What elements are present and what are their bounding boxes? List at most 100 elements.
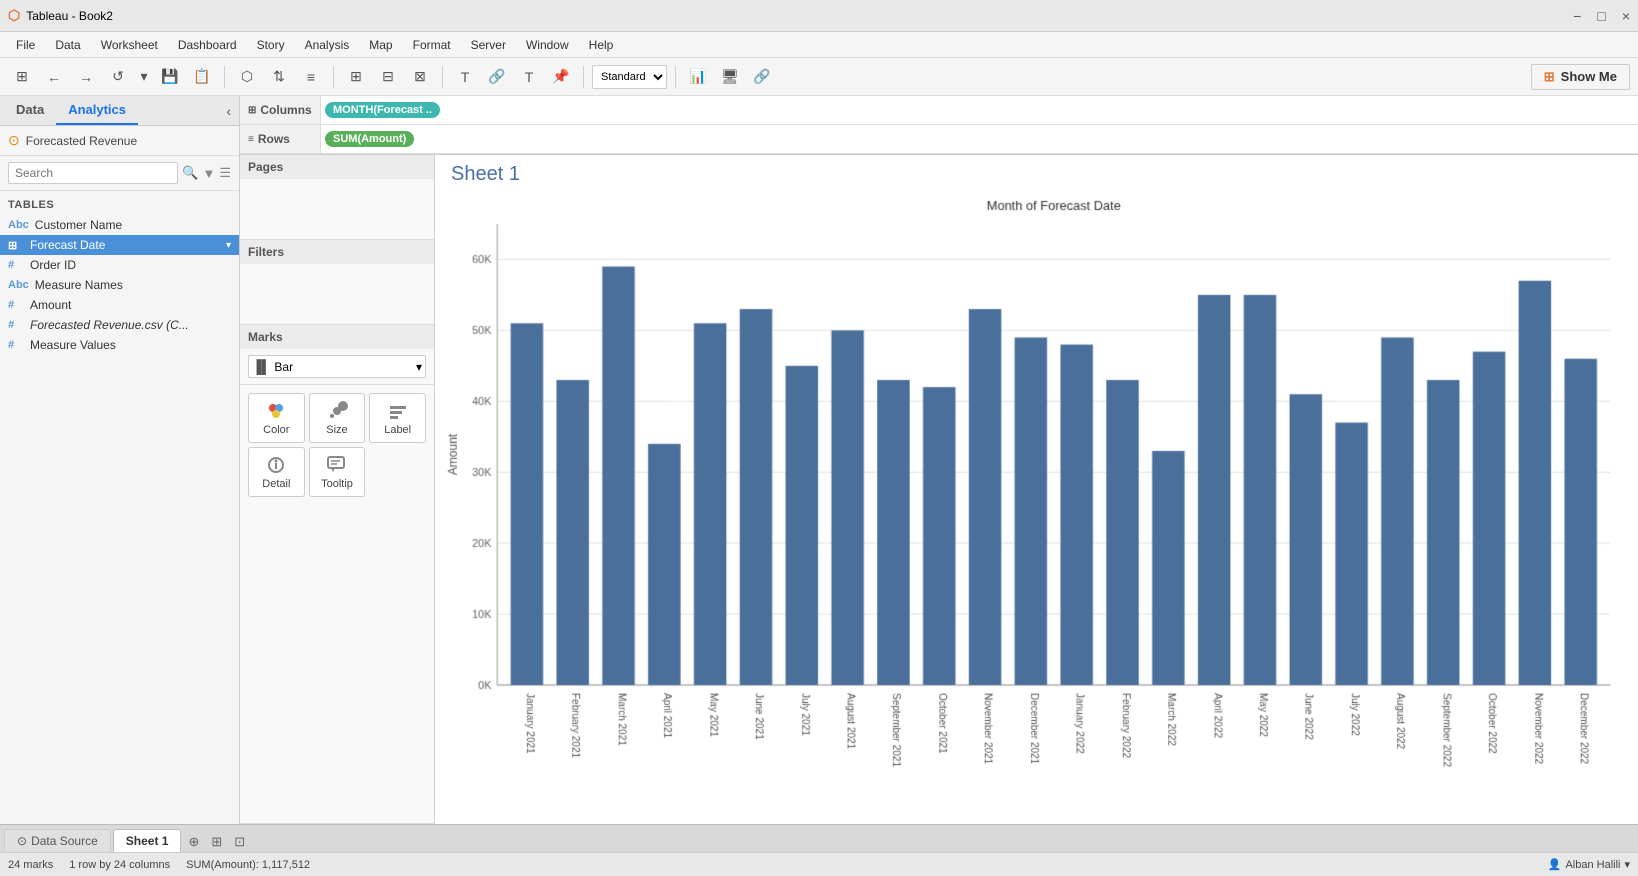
data-source-tab[interactable]: ⊙ Data Source (4, 829, 111, 852)
tab-data[interactable]: Data (4, 96, 56, 125)
middle-row: Pages Filters Marks ▐▌ Bar (240, 155, 1638, 824)
statusbar: 24 marks 1 row by 24 columns SUM(Amount)… (0, 852, 1638, 876)
color-icon (265, 400, 287, 422)
filter-icon[interactable]: ▼ (202, 166, 215, 181)
show-me-grid-icon: ⊞ (1544, 69, 1555, 85)
tables-section-label: Tables (0, 195, 239, 215)
toolbar-fit2-btn[interactable]: ⊟ (374, 63, 402, 91)
statusbar-user: 👤 Alban Halili ▾ (1548, 858, 1630, 871)
columns-content[interactable]: MONTH(Forecast .. (320, 96, 1638, 124)
search-input[interactable] (8, 162, 178, 184)
toolbar-fit-btn[interactable]: ⊞ (342, 63, 370, 91)
pages-card-header: Pages (240, 155, 434, 179)
menu-window[interactable]: Window (518, 36, 577, 54)
field-label: Measure Values (30, 338, 116, 352)
field-forecasted-revenue-csv[interactable]: # Forecasted Revenue.csv (C... (0, 315, 239, 335)
field-amount[interactable]: # Amount (0, 295, 239, 315)
field-icon-hash: # (8, 319, 24, 331)
left-cards: Pages Filters Marks ▐▌ Bar (240, 155, 435, 824)
menu-analysis[interactable]: Analysis (297, 36, 358, 54)
marks-detail-btn[interactable]: Detail (248, 447, 305, 497)
field-label: Forecasted Revenue.csv (C... (30, 318, 189, 332)
field-label: Measure Names (35, 278, 123, 292)
menu-worksheet[interactable]: Worksheet (93, 36, 166, 54)
toolbar-undo-dropdown[interactable]: ▾ (136, 63, 152, 91)
marks-tooltip-btn[interactable]: Tooltip (309, 447, 366, 497)
toolbar-chart-btn[interactable]: 📊 (684, 63, 712, 91)
field-measure-names[interactable]: Abc Measure Names (0, 275, 239, 295)
sheet-nav-btn[interactable]: ⊡ (229, 832, 250, 852)
app-title: Tableau - Book2 (26, 9, 113, 23)
tooltip-icon (326, 454, 348, 476)
toolbar-back-btn[interactable]: ← (40, 63, 68, 91)
toolbar-fit3-btn[interactable]: ⊠ (406, 63, 434, 91)
tab-analytics[interactable]: Analytics (56, 96, 138, 125)
standard-dropdown[interactable]: Standard (592, 65, 667, 89)
toolbar-swap-btn[interactable]: ⇅ (265, 63, 293, 91)
show-me-button[interactable]: ⊞ Show Me (1531, 64, 1630, 90)
size-btn-label: Size (326, 424, 347, 436)
menu-dashboard[interactable]: Dashboard (170, 36, 245, 54)
user-name: Alban Halili (1565, 859, 1620, 871)
field-order-id[interactable]: # Order ID (0, 255, 239, 275)
tables-section: Tables Abc Customer Name ⊞ Forecast Date… (0, 191, 239, 824)
menu-data[interactable]: Data (47, 36, 88, 54)
toolbar-monitor-btn[interactable]: 🖥 (716, 63, 744, 91)
marks-label-btn[interactable]: Label (369, 393, 426, 443)
toolbar-text-btn[interactable]: T (451, 63, 479, 91)
duplicate-sheet-btn[interactable]: ⊞ (206, 832, 227, 852)
menu-server[interactable]: Server (463, 36, 514, 54)
field-dropdown-icon[interactable]: ▾ (226, 240, 231, 251)
toolbar-sort-btn[interactable]: ≡ (297, 63, 325, 91)
toolbar: ⊞ ← → ↺ ▾ 💾 📋 ⬡ ⇅ ≡ ⊞ ⊟ ⊠ T 🔗 T 📌 Standa… (0, 58, 1638, 96)
marks-card-header: Marks (240, 325, 434, 349)
menu-format[interactable]: Format (405, 36, 459, 54)
chart-area: Sheet 1 (435, 155, 1638, 824)
field-customer-name[interactable]: Abc Customer Name (0, 215, 239, 235)
menu-map[interactable]: Map (361, 36, 400, 54)
field-measure-values[interactable]: # Measure Values (0, 335, 239, 355)
toolbar-text2-btn[interactable]: T (515, 63, 543, 91)
columns-shelf: ⊞ Columns MONTH(Forecast .. (240, 96, 1638, 125)
toolbar-sep4 (583, 66, 584, 88)
maximize-icon[interactable]: □ (1597, 8, 1605, 24)
toolbar-undo-btn[interactable]: ↺ (104, 63, 132, 91)
list-view-icon[interactable]: ☰ (219, 165, 231, 181)
field-icon-hash: # (8, 339, 24, 351)
sheet1-tab[interactable]: Sheet 1 (113, 829, 182, 852)
rows-pill[interactable]: SUM(Amount) (325, 131, 414, 147)
field-label: Order ID (30, 258, 76, 272)
toolbar-save-btn[interactable]: 💾 (156, 63, 184, 91)
toolbar-new-datasource-btn[interactable]: 📋 (188, 63, 216, 91)
collapse-panel-btn[interactable]: ‹ (222, 99, 235, 123)
rows-content[interactable]: SUM(Amount) (320, 125, 1638, 153)
close-icon[interactable]: × (1622, 8, 1630, 24)
toolbar-link-btn[interactable]: 🔗 (483, 63, 511, 91)
field-forecast-date[interactable]: ⊞ Forecast Date ▾ (0, 235, 239, 255)
toolbar-share-btn[interactable]: 🔗 (748, 63, 776, 91)
rows-pill-text: SUM(Amount) (333, 133, 406, 145)
menubar: File Data Worksheet Dashboard Story Anal… (0, 32, 1638, 58)
marks-color-btn[interactable]: Color (248, 393, 305, 443)
marks-size-btn[interactable]: Size (309, 393, 366, 443)
minimize-icon[interactable]: − (1573, 8, 1581, 24)
toolbar-connect-btn[interactable]: ⬡ (233, 63, 261, 91)
user-dropdown-icon[interactable]: ▾ (1624, 858, 1630, 871)
tableau-logo-icon: ⬡ (8, 7, 20, 24)
marks-type-select[interactable]: ▐▌ Bar ▾ (248, 355, 426, 378)
toolbar-forward-btn[interactable]: → (72, 63, 100, 91)
toolbar-home-btn[interactable]: ⊞ (8, 63, 36, 91)
columns-pill[interactable]: MONTH(Forecast .. (325, 102, 440, 118)
chart-canvas (443, 194, 1630, 815)
add-sheet-btn[interactable]: ⊕ (183, 832, 204, 852)
toolbar-sep5 (675, 66, 676, 88)
toolbar-pin-btn[interactable]: 📌 (547, 63, 575, 91)
main-area: Data Analytics ‹ ⊙ Forecasted Revenue 🔍 … (0, 96, 1638, 824)
menu-file[interactable]: File (8, 36, 43, 54)
menu-help[interactable]: Help (581, 36, 622, 54)
field-icon-abc: Abc (8, 219, 29, 231)
titlebar-controls: − □ × (1573, 8, 1630, 24)
menu-story[interactable]: Story (249, 36, 293, 54)
field-label: Customer Name (35, 218, 122, 232)
color-btn-label: Color (263, 424, 289, 436)
